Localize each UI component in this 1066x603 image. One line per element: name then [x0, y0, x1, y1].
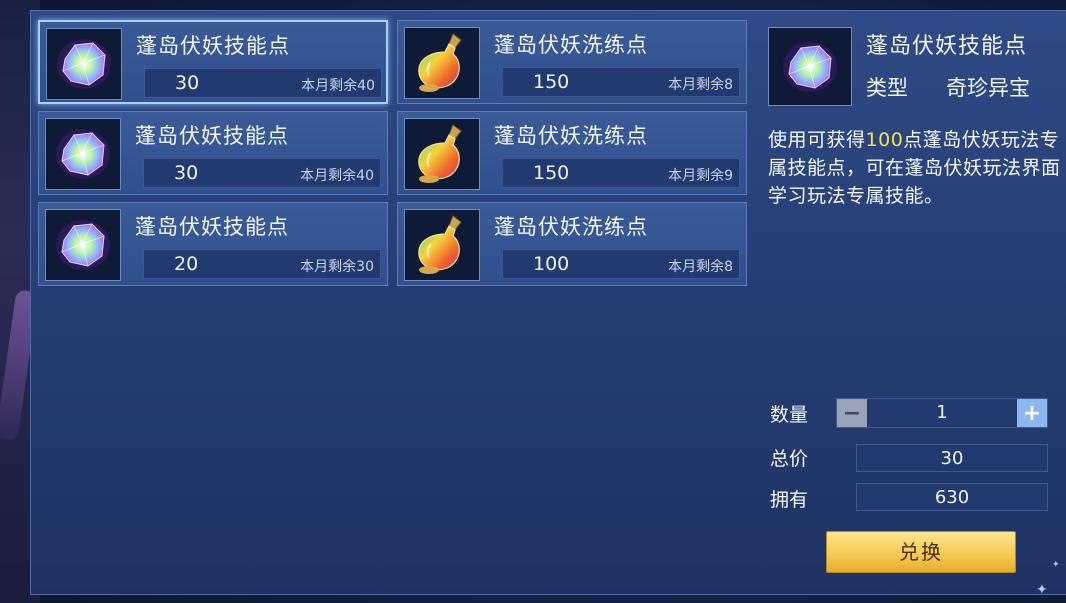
shop-item[interactable]: 蓬岛伏妖技能点 20 本月剩余30	[38, 202, 388, 286]
sparkle-icon: ✦	[1052, 560, 1060, 570]
item-name: 蓬岛伏妖技能点	[135, 124, 289, 148]
price-bar: 30 本月剩余40	[143, 158, 381, 188]
sparkle-icon: ✦	[1036, 582, 1048, 598]
detail-crystal-icon	[768, 27, 852, 106]
price-bar: 20 本月剩余30	[143, 249, 381, 279]
increase-button[interactable]: +	[1017, 399, 1047, 427]
quantity-label: 数量	[770, 404, 809, 426]
price-bar: 30 本月剩余40	[144, 68, 382, 98]
shop-item[interactable]: 蓬岛伏妖技能点 30 本月剩余40	[38, 111, 388, 195]
crystal-icon	[45, 209, 121, 281]
type-label: 类型	[866, 76, 908, 100]
desc-highlight: 100	[865, 129, 904, 151]
item-price: 150	[533, 71, 570, 93]
crystal-icon	[46, 28, 122, 100]
monthly-remaining: 本月剩余30	[300, 259, 374, 275]
item-price: 30	[175, 72, 200, 94]
monthly-remaining: 本月剩余9	[668, 168, 733, 184]
item-price: 150	[533, 162, 570, 184]
type-value: 奇珍异宝	[946, 76, 1030, 100]
total-price-value: 30	[856, 444, 1048, 472]
item-price: 100	[533, 253, 570, 275]
shop-item[interactable]: 蓬岛伏妖洗练点 150 本月剩余9	[397, 111, 747, 195]
item-price: 30	[174, 162, 199, 184]
crystal-icon	[45, 118, 121, 190]
item-name: 蓬岛伏妖技能点	[135, 215, 289, 239]
shop-item[interactable]: 蓬岛伏妖技能点 30 本月剩余40	[38, 20, 388, 104]
monthly-remaining: 本月剩余40	[300, 168, 374, 184]
potion-icon	[404, 118, 480, 190]
owned-value: 630	[856, 483, 1048, 511]
monthly-remaining: 本月剩余8	[668, 259, 733, 275]
price-bar: 150 本月剩余8	[502, 67, 740, 97]
item-name: 蓬岛伏妖洗练点	[494, 33, 648, 57]
monthly-remaining: 本月剩余40	[301, 78, 375, 94]
total-price-label: 总价	[770, 448, 809, 470]
item-price: 20	[174, 253, 199, 275]
price-bar: 150 本月剩余9	[502, 158, 740, 188]
shop-item[interactable]: 蓬岛伏妖洗练点 150 本月剩余8	[397, 20, 747, 104]
owned-label: 拥有	[770, 489, 809, 511]
potion-icon	[404, 209, 480, 281]
detail-item-name: 蓬岛伏妖技能点	[866, 34, 1028, 59]
shop-item[interactable]: 蓬岛伏妖洗练点 100 本月剩余8	[397, 202, 747, 286]
item-description: 使用可获得100点蓬岛伏妖玩法专属技能点，可在蓬岛伏妖玩法界面学习玩法专属技能。	[768, 126, 1066, 210]
desc-prefix: 使用可获得	[768, 129, 866, 151]
monthly-remaining: 本月剩余8	[668, 77, 733, 93]
item-name: 蓬岛伏妖技能点	[136, 34, 290, 58]
price-bar: 100 本月剩余8	[502, 249, 740, 279]
quantity-stepper: − 1 +	[836, 398, 1048, 428]
exchange-button[interactable]: 兑换	[826, 531, 1016, 573]
potion-icon	[404, 27, 480, 99]
item-name: 蓬岛伏妖洗练点	[494, 215, 648, 239]
item-name: 蓬岛伏妖洗练点	[494, 124, 648, 148]
quantity-value: 1	[936, 402, 948, 423]
